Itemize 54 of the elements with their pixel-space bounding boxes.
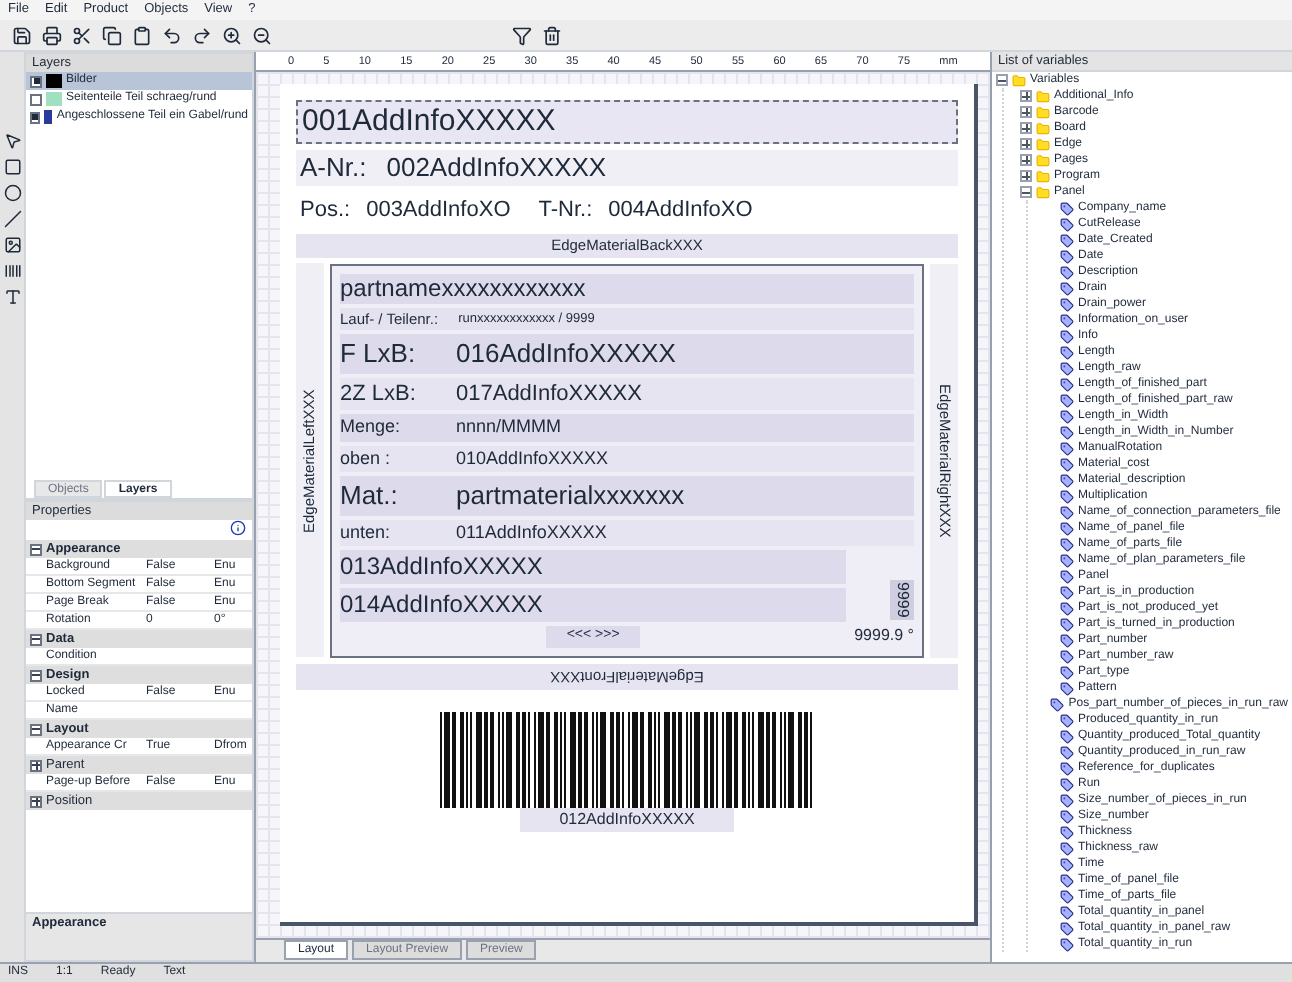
field-value: 016AddInfoXXXXX: [456, 336, 676, 372]
angle-text: 9999.9 °: [854, 623, 914, 647]
checkbox[interactable]: [30, 93, 42, 105]
save-icon[interactable]: [12, 25, 32, 45]
field-caption: F LxB:: [340, 336, 418, 372]
field-caption: T-Nr.:: [538, 195, 593, 226]
field-value: 003AddInfoXO: [366, 195, 511, 226]
text-icon[interactable]: [3, 288, 21, 306]
expand-icon[interactable]: [1020, 106, 1032, 118]
zoom-out-icon[interactable]: [252, 25, 272, 45]
part-name: partnamexxxxxxxxxxxx: [340, 274, 914, 304]
folder-icon: [1012, 73, 1026, 87]
expand-icon[interactable]: [1020, 170, 1032, 182]
barcode-text: 012AddInfoXXXXX: [519, 807, 735, 831]
field-caption: Mat.:: [340, 478, 400, 514]
collapse-icon[interactable]: [1020, 186, 1032, 198]
info-icon: [230, 520, 246, 536]
checkbox[interactable]: [30, 75, 42, 87]
count-text: 9999: [890, 579, 914, 619]
field-caption: unten:: [340, 519, 393, 545]
line-icon[interactable]: [3, 210, 21, 228]
field-caption: A-Nr.:: [300, 150, 367, 187]
rectangle-icon[interactable]: [3, 158, 21, 176]
expand-icon[interactable]: [1020, 122, 1032, 134]
field-value: partmaterialxxxxxxx: [456, 478, 685, 514]
cut-icon[interactable]: [72, 25, 92, 45]
checkbox[interactable]: [30, 111, 40, 123]
expand-icon[interactable]: [1020, 138, 1032, 150]
print-icon[interactable]: [42, 25, 62, 45]
collapse-icon[interactable]: [996, 74, 1008, 86]
field-value: 004AddInfoXO: [608, 195, 753, 226]
trash-icon[interactable]: [542, 25, 562, 45]
circle-icon[interactable]: [3, 184, 21, 202]
field-value: 011AddInfoXXXXX: [456, 519, 607, 545]
field-caption: oben :: [340, 445, 393, 471]
field-caption: Menge:: [340, 414, 403, 440]
field-value: nnnn/MMMM: [456, 414, 562, 440]
filter-icon[interactable]: [512, 25, 532, 45]
expand-icon[interactable]: [1020, 90, 1032, 102]
zoom-in-icon[interactable]: [222, 25, 242, 45]
field-value: 002AddInfoXXXXX: [386, 150, 607, 187]
paste-icon[interactable]: [132, 25, 152, 45]
field-value: 017AddInfoXXXXX: [456, 379, 642, 409]
field-caption: 2Z LxB:: [340, 379, 418, 409]
copy-icon[interactable]: [102, 25, 122, 45]
pointer-icon[interactable]: [3, 132, 21, 150]
image-icon[interactable]: [3, 236, 21, 254]
field-caption: Pos.:: [300, 195, 351, 226]
barcode-icon[interactable]: [3, 262, 21, 280]
expand-icon[interactable]: [1020, 154, 1032, 166]
text-field[interactable]: 001AddInfoXXXXX: [296, 100, 958, 144]
redo-icon[interactable]: [192, 25, 212, 45]
undo-icon[interactable]: [162, 25, 182, 45]
field-value: 010AddInfoXXXXX: [456, 445, 609, 471]
